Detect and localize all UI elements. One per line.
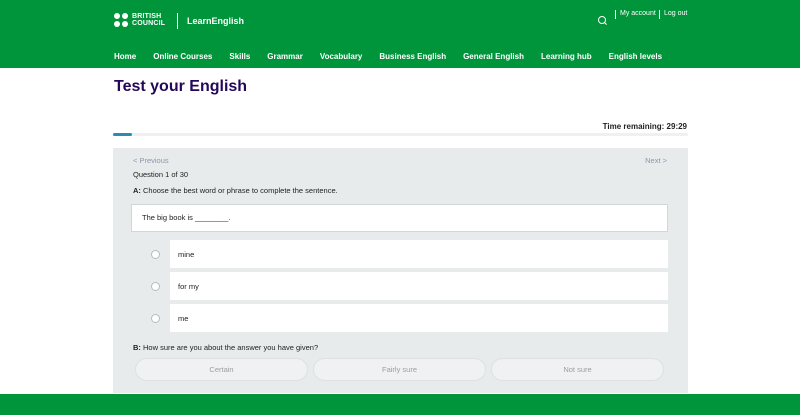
logo-text: BRITISH COUNCIL bbox=[132, 13, 166, 27]
nav-item-grammar[interactable]: Grammar bbox=[267, 52, 303, 61]
part-a-instruction: A: Choose the best word or phrase to com… bbox=[133, 186, 338, 195]
british-council-logo[interactable]: BRITISH COUNCIL bbox=[114, 13, 165, 27]
log-out-link[interactable]: Log out bbox=[664, 10, 687, 17]
nav-item-english-levels[interactable]: English levels bbox=[609, 52, 662, 61]
my-account-link[interactable]: My account bbox=[620, 10, 656, 17]
progress-fill bbox=[113, 133, 132, 136]
option-label[interactable]: for my bbox=[170, 272, 668, 300]
previous-button[interactable]: < Previous bbox=[133, 156, 169, 165]
site-header: BRITISH COUNCIL LearnEnglish My account … bbox=[0, 0, 800, 68]
radio-button[interactable] bbox=[151, 281, 160, 291]
search-icon[interactable] bbox=[598, 16, 606, 24]
question-sentence: The big book is ________. bbox=[131, 204, 668, 232]
nav-item-general-english[interactable]: General English bbox=[463, 52, 524, 61]
logo-dots-icon bbox=[114, 13, 128, 27]
radio-button[interactable] bbox=[151, 249, 160, 259]
certain-button[interactable]: Certain bbox=[135, 358, 308, 381]
nav-item-vocabulary[interactable]: Vocabulary bbox=[320, 52, 363, 61]
logo-divider bbox=[177, 13, 178, 29]
answer-option[interactable]: for my bbox=[145, 272, 668, 300]
site-name-link[interactable]: LearnEnglish bbox=[187, 16, 244, 26]
progress-bar bbox=[113, 133, 688, 136]
page-title: Test your English bbox=[114, 78, 248, 95]
nav-item-learning-hub[interactable]: Learning hub bbox=[541, 52, 592, 61]
radio-button[interactable] bbox=[151, 313, 160, 323]
nav-item-online-courses[interactable]: Online Courses bbox=[153, 52, 212, 61]
nav-item-home[interactable]: Home bbox=[114, 52, 136, 61]
option-label[interactable]: me bbox=[170, 304, 668, 332]
main-nav: Home Online Courses Skills Grammar Vocab… bbox=[114, 52, 662, 61]
logout-divider bbox=[659, 10, 660, 19]
nav-item-skills[interactable]: Skills bbox=[229, 52, 250, 61]
time-remaining: Time remaining: 29:29 bbox=[602, 122, 687, 131]
question-number: Question 1 of 30 bbox=[133, 170, 189, 179]
nav-item-business-english[interactable]: Business English bbox=[379, 52, 446, 61]
fairly-sure-button[interactable]: Fairly sure bbox=[313, 358, 486, 381]
answer-option[interactable]: me bbox=[145, 304, 668, 332]
option-label[interactable]: mine bbox=[170, 240, 668, 268]
account-divider bbox=[615, 10, 616, 19]
answer-option[interactable]: mine bbox=[145, 240, 668, 268]
not-sure-button[interactable]: Not sure bbox=[491, 358, 664, 381]
question-panel: < Previous Next > Question 1 of 30 A: Ch… bbox=[113, 148, 688, 393]
site-footer bbox=[0, 394, 800, 415]
next-button[interactable]: Next > bbox=[645, 156, 667, 165]
part-b-question: B: How sure are you about the answer you… bbox=[133, 343, 319, 352]
